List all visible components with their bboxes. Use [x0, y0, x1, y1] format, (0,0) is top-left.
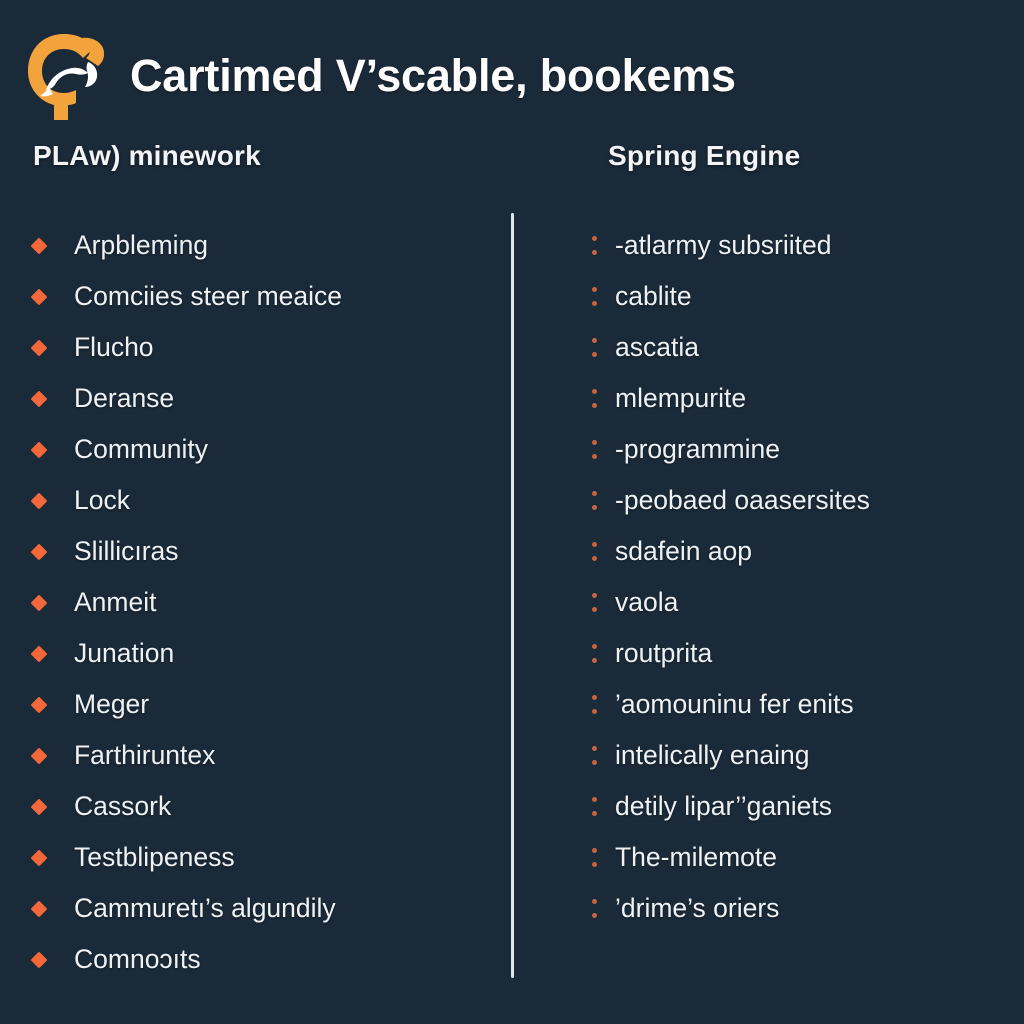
list-item[interactable]: ’aomouninu fer enits — [592, 679, 1024, 730]
list-item[interactable]: Meger — [30, 679, 500, 730]
list-item-label: Community — [74, 434, 209, 464]
list-item-label: Comciies steer meaice — [74, 281, 343, 311]
list-item[interactable]: Deranse — [30, 373, 500, 424]
list-item[interactable]: intelically enaing — [592, 730, 1024, 781]
list-item-label: intelically enaing — [615, 740, 810, 770]
list-item-label: sdafein aop — [615, 536, 753, 566]
list-item-label: Comnoɔıts — [74, 944, 201, 974]
left-feature-list: Arpbleming Comciies steer meaice Flucho Der… — [30, 220, 500, 985]
brand-logo-icon — [16, 28, 112, 124]
list-item[interactable]: ascatia — [592, 322, 1024, 373]
page-title: Cartimed V’scable, bookems — [130, 50, 736, 101]
list-item[interactable]: The-milemote — [592, 832, 1024, 883]
diamond-bullet-icon — [30, 288, 48, 305]
list-item-label: -atlarmy subsriited — [615, 230, 832, 260]
diamond-bullet-icon — [30, 747, 48, 764]
list-item[interactable]: Community — [30, 424, 500, 475]
diamond-bullet-icon — [30, 237, 48, 254]
list-item[interactable]: Arpbleming — [30, 220, 500, 271]
left-column: PLAw) minework Arpbleming Comciies steer … — [0, 140, 500, 985]
list-item-label: Cassork — [74, 791, 172, 821]
right-column-heading: Spring Engine — [608, 140, 801, 171]
colon-dots-bullet-icon — [592, 491, 597, 510]
list-item-label: cablite — [615, 281, 692, 311]
colon-dots-bullet-icon — [592, 797, 597, 816]
colon-dots-bullet-icon — [592, 695, 597, 714]
list-item[interactable]: mlempurite — [592, 373, 1024, 424]
colon-dots-bullet-icon — [592, 287, 597, 306]
list-item-label: Slillicıras — [74, 536, 179, 566]
diamond-bullet-icon — [30, 594, 48, 611]
list-item-label: Junation — [74, 638, 175, 668]
list-item[interactable]: Cammuretı’s algundily — [30, 883, 500, 934]
list-item[interactable]: -programmine — [592, 424, 1024, 475]
list-item[interactable]: Comciies steer meaice — [30, 271, 500, 322]
slide-root: Cartimed V’scable, bookems PLAw) minewor… — [0, 0, 1024, 1024]
list-item[interactable]: Farthiruntex — [30, 730, 500, 781]
list-item-label: Lock — [74, 485, 130, 515]
list-item-label: detily lipar’’ganiets — [615, 791, 833, 821]
list-item[interactable]: -peobaed oaasersites — [592, 475, 1024, 526]
list-item-label: Meger — [74, 689, 150, 719]
list-item-label: Arpbleming — [74, 230, 209, 260]
list-item[interactable]: routprita — [592, 628, 1024, 679]
list-item-label: Testblipeness — [74, 842, 235, 872]
list-item-label: -peobaed oaasersites — [615, 485, 870, 515]
list-item-label: ’aomouninu fer enits — [615, 689, 854, 719]
colon-dots-bullet-icon — [592, 389, 597, 408]
list-item-label: Cammuretı’s algundily — [74, 893, 336, 923]
list-item-label: Anmeit — [74, 587, 157, 617]
list-item[interactable]: Junation — [30, 628, 500, 679]
diamond-bullet-icon — [30, 441, 48, 458]
colon-dots-bullet-icon — [592, 440, 597, 459]
list-item[interactable]: Testblipeness — [30, 832, 500, 883]
colon-dots-bullet-icon — [592, 746, 597, 765]
list-item-label: ’drime’s oriers — [615, 893, 780, 923]
list-item[interactable]: ’drime’s oriers — [592, 883, 1024, 934]
list-item-label: mlempurite — [615, 383, 747, 413]
diamond-bullet-icon — [30, 543, 48, 560]
diamond-bullet-icon — [30, 798, 48, 815]
left-column-heading: PLAw) minework — [33, 140, 261, 171]
colon-dots-bullet-icon — [592, 848, 597, 867]
list-item-label: ascatia — [615, 332, 699, 362]
colon-dots-bullet-icon — [592, 899, 597, 918]
diamond-bullet-icon — [30, 951, 48, 968]
column-divider — [511, 213, 514, 978]
list-item[interactable]: Lock — [30, 475, 500, 526]
diamond-bullet-icon — [30, 696, 48, 713]
right-column: Spring Engine -atlarmy subsriited cablite… — [528, 140, 1024, 934]
colon-dots-bullet-icon — [592, 593, 597, 612]
header: Cartimed V’scable, bookems — [0, 28, 1024, 124]
list-item[interactable]: vaola — [592, 577, 1024, 628]
two-column-body: PLAw) minework Arpbleming Comciies steer … — [0, 140, 1024, 1000]
list-item[interactable]: detily lipar’’ganiets — [592, 781, 1024, 832]
colon-dots-bullet-icon — [592, 542, 597, 561]
list-item-label: The-milemote — [615, 842, 777, 872]
list-item-label: Farthiruntex — [74, 740, 216, 770]
list-item[interactable]: Comnoɔıts — [30, 934, 500, 985]
colon-dots-bullet-icon — [592, 338, 597, 357]
list-item[interactable]: Flucho — [30, 322, 500, 373]
list-item[interactable]: sdafein aop — [592, 526, 1024, 577]
list-item-label: routprita — [615, 638, 713, 668]
list-item[interactable]: cablite — [592, 271, 1024, 322]
diamond-bullet-icon — [30, 849, 48, 866]
list-item-label: -programmine — [615, 434, 780, 464]
list-item-label: Deranse — [74, 383, 175, 413]
list-item[interactable]: -atlarmy subsriited — [592, 220, 1024, 271]
diamond-bullet-icon — [30, 390, 48, 407]
diamond-bullet-icon — [30, 900, 48, 917]
diamond-bullet-icon — [30, 339, 48, 356]
diamond-bullet-icon — [30, 492, 48, 509]
colon-dots-bullet-icon — [592, 644, 597, 663]
right-feature-list: -atlarmy subsriited cablite ascatia mlempur… — [592, 220, 1024, 934]
list-item[interactable]: Slillicıras — [30, 526, 500, 577]
list-item[interactable]: Cassork — [30, 781, 500, 832]
list-item[interactable]: Anmeit — [30, 577, 500, 628]
colon-dots-bullet-icon — [592, 236, 597, 255]
diamond-bullet-icon — [30, 645, 48, 662]
list-item-label: Flucho — [74, 332, 154, 362]
list-item-label: vaola — [615, 587, 679, 617]
